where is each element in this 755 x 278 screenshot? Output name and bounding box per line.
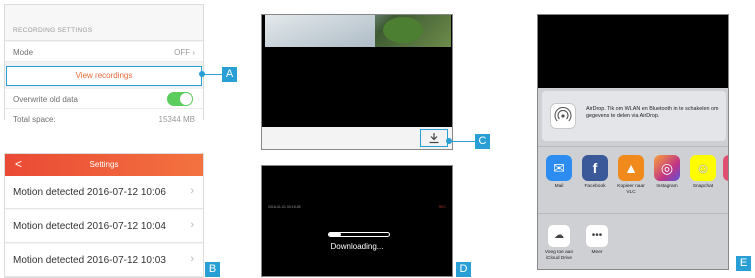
- share-app-facebook[interactable]: f Facebook: [580, 155, 610, 190]
- share-action-label: Meer: [591, 250, 603, 255]
- download-button[interactable]: [420, 129, 448, 147]
- list-item-label: Motion detected 2016-07-12 10:04: [13, 221, 166, 232]
- nav-bar: < Settings: [5, 154, 203, 176]
- callout-line-a: [202, 74, 222, 75]
- chevron-right-icon: ›: [190, 185, 194, 197]
- more-icon: •••: [586, 225, 608, 247]
- section-header-label: RECORDING SETTINGS: [13, 27, 93, 34]
- label-badge-c: C: [475, 134, 490, 149]
- recording-settings-panel: RECORDING SETTINGS Mode OFF › View recor…: [4, 4, 204, 129]
- label-badge-e: E: [736, 256, 751, 271]
- mode-value: OFF ›: [174, 48, 195, 57]
- overwrite-toggle[interactable]: [167, 92, 193, 106]
- mode-label: Mode: [13, 48, 34, 57]
- chevron-right-icon: ›: [190, 253, 194, 265]
- label-badge-d: D: [456, 262, 471, 277]
- instagram-icon: ◎: [654, 155, 680, 181]
- share-action-label: Voeg toe aan iCloud Drive: [544, 250, 574, 261]
- divider: [538, 213, 728, 214]
- snapchat-icon: ☺: [690, 155, 716, 181]
- list-item[interactable]: Motion detected 2016-07-12 10:04 ›: [5, 210, 203, 243]
- progress-fill: [329, 233, 341, 236]
- recordings-list-panel: < Settings Motion detected 2016-07-12 10…: [4, 153, 204, 278]
- vlc-icon: ▲: [618, 155, 644, 181]
- video-playback-panel: [261, 14, 453, 150]
- chevron-right-icon: ›: [190, 219, 194, 231]
- share-app-label: Instagram: [656, 184, 678, 189]
- callout-line-c: [449, 141, 475, 142]
- nav-title: Settings: [89, 160, 119, 169]
- download-icon: [429, 133, 439, 144]
- video-timestamp: 2016-01-01 00:15:28: [268, 205, 301, 209]
- share-app-snapchat[interactable]: ☺ Snapchat: [688, 155, 718, 190]
- share-app-instagram[interactable]: ◎ Instagram: [652, 155, 682, 190]
- view-recordings-button[interactable]: View recordings: [6, 66, 202, 86]
- share-app-mail[interactable]: ✉ Mail: [544, 155, 574, 190]
- share-app-label: Mail: [554, 184, 564, 189]
- list-item-label: Motion detected 2016-07-12 10:06: [13, 187, 166, 198]
- app-icon-partial: [723, 155, 728, 181]
- video-toolbar: [262, 127, 452, 149]
- total-space-row: Total space: 15344 MB: [5, 109, 203, 129]
- airdrop-section[interactable]: AirDrop. Tik om WLAN en Bluetooth in te …: [542, 91, 726, 141]
- share-action-more[interactable]: ••• Meer: [580, 225, 614, 256]
- downloading-label: Downloading...: [330, 242, 384, 251]
- facebook-icon: f: [582, 155, 608, 181]
- share-app-label: Facebook: [584, 184, 606, 189]
- video-shrub: [383, 17, 423, 43]
- download-progress-panel: 2016-01-01 00:15:28 REC Downloading...: [261, 165, 453, 277]
- video-pavement: [265, 15, 375, 47]
- list-item[interactable]: Motion detected 2016-07-12 10:03 ›: [5, 244, 203, 277]
- callout-dot-c: [446, 138, 452, 144]
- share-app-label: Snapchat: [692, 184, 714, 189]
- airdrop-text: AirDrop. Tik om WLAN en Bluetooth in te …: [586, 106, 719, 119]
- list-item[interactable]: Motion detected 2016-07-12 10:06 ›: [5, 176, 203, 209]
- mail-icon: ✉: [546, 155, 572, 181]
- label-badge-a: A: [222, 67, 237, 82]
- share-app-label: Kopieer naar VLC: [617, 184, 645, 195]
- total-space-value: 15344 MB: [158, 115, 195, 124]
- overwrite-row: Overwrite old data: [5, 89, 203, 109]
- icloud-upload-icon: ☁: [548, 225, 570, 247]
- share-app-partial[interactable]: [722, 155, 728, 181]
- list-item-label: Motion detected 2016-07-12 10:03: [13, 255, 166, 266]
- video-frame: [265, 15, 451, 47]
- total-space-label: Total space:: [13, 115, 56, 124]
- overwrite-label: Overwrite old data: [13, 95, 78, 104]
- download-progress-bar: [328, 232, 390, 237]
- label-badge-b: B: [205, 262, 220, 277]
- mode-row[interactable]: Mode OFF ›: [5, 42, 203, 62]
- share-sheet-panel: AirDrop. Tik om WLAN en Bluetooth in te …: [537, 14, 729, 270]
- share-app-vlc[interactable]: ▲ Kopieer naar VLC: [616, 155, 646, 195]
- section-header: RECORDING SETTINGS: [5, 5, 203, 41]
- callout-dot-a: [199, 71, 205, 77]
- divider: [538, 146, 728, 147]
- share-action-icloud[interactable]: ☁ Voeg toe aan iCloud Drive: [542, 225, 576, 261]
- airdrop-icon: [550, 103, 576, 129]
- video-rec-indicator: REC: [438, 205, 446, 209]
